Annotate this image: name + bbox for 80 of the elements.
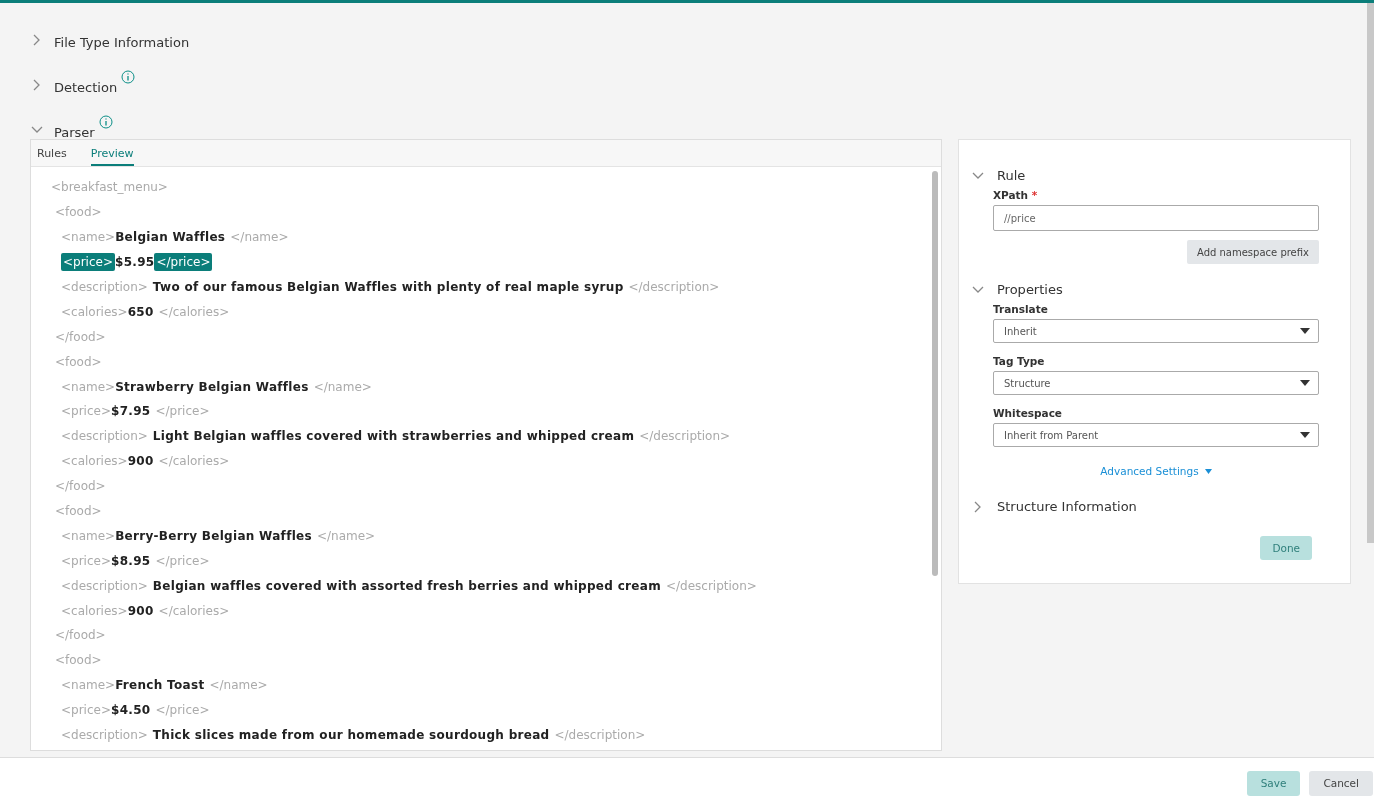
xml-value: $5.95: [115, 255, 155, 270]
xml-tag: <description>: [61, 429, 148, 444]
xml-tag: <food>: [55, 354, 102, 369]
xml-tag: <food>: [55, 653, 102, 668]
advanced-settings-link[interactable]: Advanced Settings: [1100, 465, 1212, 477]
xml-value: Thick slices made from our homemade sourdough bread: [152, 728, 550, 743]
xml-tag: <food>: [55, 504, 102, 518]
add-namespace-button[interactable]: Add namespace prefix: [1186, 240, 1319, 264]
caret-icon: [1204, 468, 1212, 474]
xml-value: Two of our famous Belgian Waffles with plenty of real maple syrup: [152, 280, 624, 294]
dropdown[interactable]: Inherit: [993, 319, 1319, 343]
tab[interactable]: Rules: [37, 147, 67, 166]
scrollbar-thumb[interactable]: [932, 171, 938, 576]
xml-tag: <name>: [61, 379, 116, 394]
section-title[interactable]: File Type Information: [54, 35, 190, 50]
section-title[interactable]: Properties: [997, 282, 1063, 297]
section-title[interactable]: Rule: [997, 168, 1026, 183]
xml-value: Berry-Berry Belgian Waffles: [115, 528, 312, 543]
xpath-field[interactable]: //price: [993, 205, 1319, 231]
section-title[interactable]: Detection: [54, 80, 118, 95]
xml-tag: </price>: [155, 703, 210, 718]
xml-tag: <food>: [55, 205, 102, 220]
xml-tag: <description>: [61, 578, 148, 593]
caret-icon: [1300, 432, 1310, 438]
xml-tag: </price>: [155, 404, 210, 419]
xml-tag: <name>: [61, 678, 116, 693]
tab[interactable]: Preview: [90, 147, 134, 166]
info-icon[interactable]: [98, 115, 113, 129]
xml-value: 650: [127, 304, 154, 319]
xml-tag: </name>: [316, 528, 376, 543]
xml-tag: <price>: [61, 703, 111, 718]
section-title[interactable]: Structure Information: [997, 499, 1137, 514]
xml-tag: <calories>: [61, 454, 128, 469]
xml-tag: </name>: [313, 379, 372, 394]
xml-tag: </food>: [55, 329, 106, 344]
section-title[interactable]: Parser: [54, 125, 95, 140]
xml-value: French Toast: [115, 678, 205, 693]
xml-tag: <description>: [61, 280, 148, 294]
xml-tag: </description>: [628, 280, 720, 294]
xml-tag: <calories>: [61, 603, 128, 618]
dropdown[interactable]: Structure: [993, 371, 1319, 395]
xml-tag: </description>: [665, 578, 757, 593]
xml-tag: <calories>: [61, 304, 128, 319]
xml-tag: <price>: [61, 253, 115, 272]
info-icon[interactable]: [121, 70, 136, 84]
xml-tag: </price>: [155, 553, 210, 568]
xml-value: Light Belgian waffles covered with strawberries and whipped cream: [152, 429, 635, 444]
xml-value: Belgian waffles covered with assorted fresh berries and whipped cream: [152, 578, 661, 593]
xml-tag: </description>: [554, 728, 646, 743]
xml-tag: <name>: [61, 230, 116, 245]
xml-value: Belgian Waffles: [115, 230, 226, 245]
caret-icon: [1300, 380, 1310, 386]
xml-tag: </price>: [154, 253, 213, 272]
xml-tag: </description>: [639, 429, 731, 444]
xml-tag: <price>: [61, 553, 111, 568]
xml-value: $7.95: [111, 404, 151, 419]
cancel-button[interactable]: Cancel: [1309, 770, 1373, 796]
xml-tag: <price>: [61, 404, 111, 419]
xml-tag: </food>: [55, 628, 106, 643]
xml-tag: <name>: [61, 528, 116, 543]
xml-tag: <breakfast_menu>: [51, 180, 168, 195]
caret-icon: [1300, 328, 1310, 334]
xml-value: 900: [127, 603, 154, 618]
field-label: Translate: [993, 303, 1049, 315]
xml-value: 900: [127, 454, 154, 469]
xml-tag: </calories>: [158, 304, 230, 319]
xml-value: Strawberry Belgian Waffles: [115, 379, 309, 394]
field-label: Whitespace: [993, 407, 1063, 419]
xml-tag: </calories>: [158, 603, 230, 618]
field-label: Tag Type: [993, 355, 1046, 367]
xml-tag: </calories>: [158, 454, 230, 469]
xml-value: $8.95: [111, 553, 151, 568]
scrollbar[interactable]: [1367, 3, 1374, 543]
xml-tag: </name>: [230, 230, 289, 245]
field-label: XPath *: [993, 189, 1039, 201]
dropdown[interactable]: Inherit from Parent: [993, 423, 1319, 447]
xml-value: $4.50: [111, 703, 151, 718]
xml-tag: </name>: [209, 678, 268, 693]
xml-tag: </food>: [55, 479, 106, 494]
xml-tag: <description>: [61, 728, 148, 743]
